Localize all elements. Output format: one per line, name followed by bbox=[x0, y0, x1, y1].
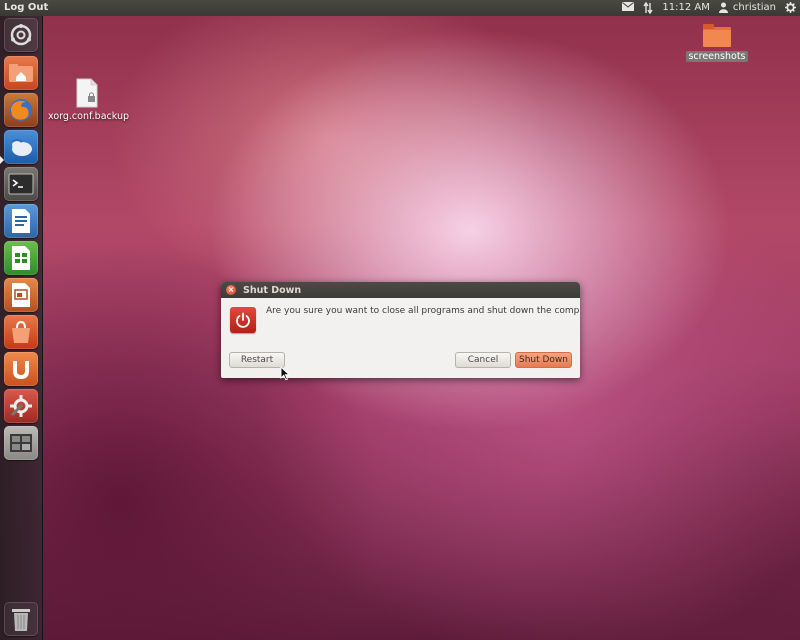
dialog-body: Are you sure you want to close all progr… bbox=[221, 298, 580, 378]
clock[interactable]: 11:12 AM bbox=[662, 0, 709, 16]
desktop-folder-screenshots[interactable]: screenshots bbox=[686, 22, 748, 62]
dialog-message: Are you sure you want to close all progr… bbox=[266, 306, 580, 316]
workspace-switcher-icon[interactable] bbox=[4, 426, 38, 460]
firefox-icon[interactable] bbox=[4, 93, 38, 127]
trash-icon[interactable] bbox=[4, 602, 38, 636]
restart-button[interactable]: Restart bbox=[229, 352, 285, 368]
user-menu[interactable]: christian bbox=[718, 0, 776, 16]
terminal-icon[interactable] bbox=[4, 167, 38, 201]
shutdown-button[interactable]: Shut Down bbox=[515, 352, 572, 368]
desktop-folder-label: screenshots bbox=[686, 51, 748, 62]
launcher bbox=[0, 16, 43, 640]
network-icon[interactable] bbox=[642, 1, 654, 15]
software-center-icon[interactable] bbox=[4, 315, 38, 349]
desktop-file-xorg[interactable]: xorg.conf.backup bbox=[46, 78, 129, 122]
thunderbird-icon[interactable] bbox=[4, 130, 38, 164]
desktop-file-label: xorg.conf.backup bbox=[48, 111, 129, 122]
dash-icon[interactable] bbox=[4, 18, 38, 52]
ubuntu-one-icon[interactable] bbox=[4, 352, 38, 386]
system-settings-icon[interactable] bbox=[4, 389, 38, 423]
cancel-button[interactable]: Cancel bbox=[455, 352, 511, 368]
mouse-pointer-icon bbox=[280, 366, 290, 381]
power-icon bbox=[230, 307, 256, 333]
dialog-title: Shut Down bbox=[243, 284, 302, 296]
close-button[interactable]: × bbox=[226, 285, 236, 295]
username: christian bbox=[732, 2, 776, 13]
dialog-titlebar: × Shut Down bbox=[221, 282, 580, 298]
shutdown-dialog: × Shut Down Are you sure you want to clo… bbox=[221, 282, 580, 378]
home-folder-icon[interactable] bbox=[4, 56, 38, 90]
writer-icon[interactable] bbox=[4, 204, 38, 238]
mail-icon[interactable] bbox=[622, 2, 635, 14]
calc-icon[interactable] bbox=[4, 241, 38, 275]
indicator-area: 11:12 AM christian bbox=[622, 0, 800, 16]
top-panel: Log Out 11:12 AM christian bbox=[0, 0, 800, 16]
folder-icon bbox=[703, 24, 731, 47]
panel-app-title: Log Out bbox=[4, 2, 49, 13]
impress-icon[interactable] bbox=[4, 278, 38, 312]
close-icon: × bbox=[227, 285, 235, 294]
gear-icon[interactable] bbox=[784, 2, 796, 14]
user-icon bbox=[718, 2, 730, 14]
document-icon bbox=[76, 78, 98, 108]
